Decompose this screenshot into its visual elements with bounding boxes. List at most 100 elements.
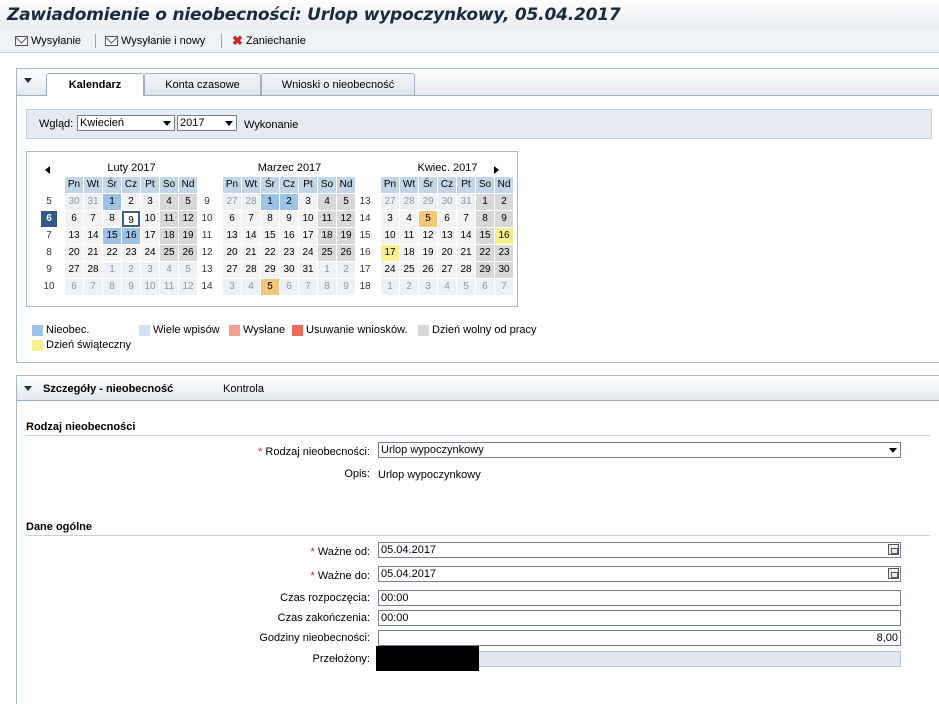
calendar-day[interactable]: 7 — [84, 279, 102, 295]
calendar-day[interactable]: 11 — [160, 279, 178, 295]
week-number[interactable]: 14 — [357, 211, 373, 227]
year-select[interactable]: 2017 — [177, 115, 237, 131]
calendar-day[interactable]: 4 — [438, 279, 456, 295]
collapse-icon[interactable] — [24, 78, 32, 83]
week-number[interactable]: 10 — [199, 211, 215, 227]
calendar-day[interactable]: 12 — [179, 279, 197, 295]
calendar-day[interactable]: 12 — [337, 211, 355, 227]
calendar-day[interactable]: 11 — [400, 228, 418, 244]
tab-kalendarz[interactable]: Kalendarz — [46, 73, 144, 96]
calendar-day[interactable]: 12 — [179, 211, 197, 227]
calendar-day[interactable]: 12 — [419, 228, 437, 244]
calendar-day[interactable]: 23 — [495, 245, 513, 261]
calendar-day[interactable]: 14 — [457, 228, 475, 244]
week-number[interactable]: 6 — [41, 211, 57, 227]
calendar-day[interactable]: 28 — [400, 194, 418, 210]
calendar-day[interactable]: 1 — [103, 194, 121, 210]
calendar-day[interactable]: 8 — [318, 279, 336, 295]
calendar-day[interactable]: 2 — [495, 194, 513, 210]
calendar-icon[interactable] — [888, 568, 899, 579]
week-number[interactable]: 16 — [357, 245, 373, 261]
calendar-day[interactable]: 20 — [65, 245, 83, 261]
week-number[interactable]: 13 — [357, 194, 373, 210]
calendar-day[interactable]: 13 — [438, 228, 456, 244]
calendar-day[interactable]: 22 — [261, 245, 279, 261]
control-link[interactable]: Kontrola — [223, 383, 264, 395]
calendar-day[interactable]: 1 — [381, 279, 399, 295]
calendar-day[interactable]: 10 — [299, 211, 317, 227]
calendar-day[interactable]: 3 — [223, 279, 241, 295]
calendar-day[interactable]: 29 — [419, 194, 437, 210]
calendar-day[interactable]: 9 — [122, 211, 140, 227]
tab-wnioski[interactable]: Wnioski o nieobecność — [261, 73, 415, 95]
calendar-day[interactable]: 6 — [438, 211, 456, 227]
calendar-day[interactable]: 1 — [318, 262, 336, 278]
calendar-day[interactable]: 21 — [242, 245, 260, 261]
calendar-day[interactable]: 25 — [318, 245, 336, 261]
calendar-day[interactable]: 3 — [141, 262, 159, 278]
month-select[interactable]: Kwiecień — [77, 115, 175, 131]
calendar-day[interactable]: 30 — [280, 262, 298, 278]
calendar-day[interactable]: 28 — [457, 262, 475, 278]
calendar-day[interactable]: 19 — [337, 228, 355, 244]
calendar-day[interactable]: 8 — [103, 211, 121, 227]
calendar-day[interactable]: 17 — [299, 228, 317, 244]
calendar-day[interactable]: 3 — [299, 194, 317, 210]
week-number[interactable]: 18 — [357, 279, 373, 295]
calendar-day[interactable]: 9 — [122, 279, 140, 295]
week-number[interactable]: 9 — [41, 262, 57, 278]
calendar-day[interactable]: 22 — [103, 245, 121, 261]
week-number[interactable]: 13 — [199, 262, 215, 278]
send-and-new-button[interactable]: Wysyłanie i nowy — [105, 34, 205, 48]
week-number[interactable]: 8 — [41, 245, 57, 261]
calendar-day[interactable]: 5 — [261, 279, 279, 295]
tab-konta-czasowe[interactable]: Konta czasowe — [144, 73, 261, 95]
calendar-day[interactable]: 7 — [495, 279, 513, 295]
calendar-day[interactable]: 5 — [179, 262, 197, 278]
calendar-day[interactable]: 29 — [476, 262, 494, 278]
calendar-day[interactable]: 6 — [65, 211, 83, 227]
week-number[interactable]: 9 — [199, 194, 215, 210]
calendar-day[interactable]: 3 — [141, 194, 159, 210]
week-number[interactable]: 11 — [199, 228, 215, 244]
calendar-day[interactable]: 19 — [179, 228, 197, 244]
calendar-day[interactable]: 25 — [160, 245, 178, 261]
calendar-day[interactable]: 8 — [103, 279, 121, 295]
calendar-day[interactable]: 15 — [476, 228, 494, 244]
calendar-day[interactable]: 2 — [337, 262, 355, 278]
calendar-day[interactable]: 21 — [457, 245, 475, 261]
prev-month-icon[interactable] — [45, 166, 50, 174]
calendar-day[interactable]: 28 — [84, 262, 102, 278]
calendar-day[interactable]: 29 — [261, 262, 279, 278]
cancel-button[interactable]: ✖ Zaniechanie — [232, 33, 306, 48]
calendar-day[interactable]: 9 — [495, 211, 513, 227]
calendar-day[interactable]: 4 — [400, 211, 418, 227]
week-number[interactable]: 15 — [357, 228, 373, 244]
calendar-day[interactable]: 5 — [179, 194, 197, 210]
calendar-day[interactable]: 24 — [381, 262, 399, 278]
calendar-day[interactable]: 4 — [242, 279, 260, 295]
calendar-day[interactable]: 24 — [299, 245, 317, 261]
calendar-day[interactable]: 26 — [419, 262, 437, 278]
calendar-day[interactable]: 9 — [280, 211, 298, 227]
calendar-day[interactable]: 18 — [400, 245, 418, 261]
calendar-day[interactable]: 31 — [84, 194, 102, 210]
calendar-day[interactable]: 25 — [400, 262, 418, 278]
calendar-day[interactable]: 9 — [337, 279, 355, 295]
calendar-day[interactable]: 7 — [299, 279, 317, 295]
calendar-day[interactable]: 16 — [495, 228, 513, 244]
calendar-day[interactable]: 7 — [242, 211, 260, 227]
calendar-day[interactable]: 4 — [160, 194, 178, 210]
calendar-day[interactable]: 10 — [381, 228, 399, 244]
calendar-day[interactable]: 6 — [65, 279, 83, 295]
send-button[interactable]: Wysyłanie — [15, 34, 81, 48]
calendar-day[interactable]: 5 — [457, 279, 475, 295]
calendar-day[interactable]: 2 — [122, 262, 140, 278]
valid-from-field[interactable]: 05.04.2017 — [378, 542, 901, 558]
week-number[interactable]: 7 — [41, 228, 57, 244]
calendar-day[interactable]: 1 — [261, 194, 279, 210]
calendar-icon[interactable] — [888, 544, 899, 555]
calendar-day[interactable]: 21 — [84, 245, 102, 261]
collapse-icon[interactable] — [24, 386, 32, 391]
calendar-day[interactable]: 4 — [318, 194, 336, 210]
